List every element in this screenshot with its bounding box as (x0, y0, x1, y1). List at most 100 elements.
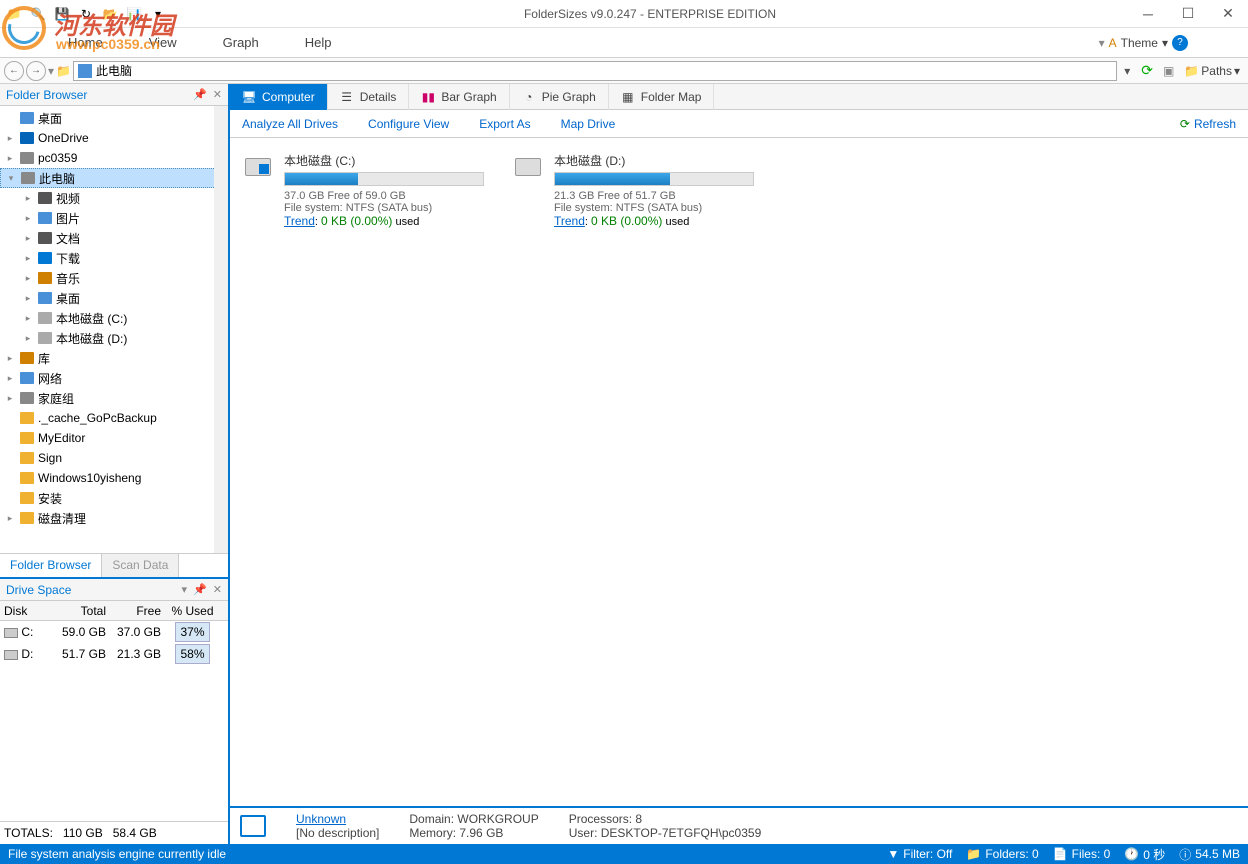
tree-item[interactable]: ▸ 库 (0, 348, 228, 368)
view-tab-pie-graph[interactable]: ◔ Pie Graph (510, 84, 609, 110)
theme-button[interactable]: ATheme▾ (1109, 36, 1168, 50)
tree-expand-icon[interactable]: ▸ (22, 213, 34, 224)
tree-item[interactable]: ▸ 音乐 (0, 268, 228, 288)
tree-item[interactable]: ▾ 此电脑 (0, 168, 228, 188)
ribbon-collapse-icon[interactable]: ▾ (1099, 36, 1105, 50)
tree-expand-icon[interactable]: ▸ (4, 513, 16, 524)
ds-row[interactable]: C: 59.0 GB 37.0 GB 37% (0, 621, 228, 643)
address-dropdown-icon[interactable]: ▾ (1119, 64, 1135, 78)
qat-icon-3[interactable]: 💾 (52, 4, 72, 24)
drive-card[interactable]: 本地磁盘 (C:) 37.0 GB Free of 59.0 GB File s… (244, 152, 484, 228)
action-map[interactable]: Map Drive (561, 117, 616, 131)
info-unknown[interactable]: Unknown (296, 812, 379, 826)
tree-item[interactable]: ▸ 桌面 (0, 288, 228, 308)
view-tab-folder-map[interactable]: ▦ Folder Map (609, 84, 715, 110)
tree-item[interactable]: ▸ 网络 (0, 368, 228, 388)
help-icon[interactable]: ? (1172, 35, 1188, 51)
tree-scrollbar[interactable] (214, 106, 228, 553)
lib-icon (19, 350, 35, 366)
tree-item[interactable]: Windows10yisheng (0, 468, 228, 488)
network-icon (19, 370, 35, 386)
nav-forward-button[interactable]: → (26, 61, 46, 81)
video-icon (37, 190, 53, 206)
menu-help[interactable]: Help (297, 31, 340, 54)
user-icon (19, 150, 35, 166)
tab-scan-data[interactable]: Scan Data (102, 554, 179, 577)
tree-expand-icon[interactable]: ▸ (22, 193, 34, 204)
nav-up-button[interactable]: 📁 (56, 64, 71, 78)
maximize-button[interactable]: ☐ (1168, 1, 1208, 27)
tree-item[interactable]: ▸ 下载 (0, 248, 228, 268)
qat-icon-6[interactable]: 📊 (124, 4, 144, 24)
nav-back-button[interactable]: ← (4, 61, 24, 81)
qat-icon-1[interactable]: 📁 (4, 4, 24, 24)
drive-usage-bar (554, 172, 754, 186)
qat-icon-5[interactable]: 📂 (100, 4, 120, 24)
folder-tree[interactable]: 桌面▸ OneDrive▸ pc0359▾ 此电脑▸ 视频▸ 图片▸ 文档▸ 下… (0, 106, 228, 553)
ds-row[interactable]: D: 51.7 GB 21.3 GB 58% (0, 643, 228, 665)
tree-expand-icon[interactable]: ▸ (4, 373, 16, 384)
action-configure[interactable]: Configure View (368, 117, 449, 131)
tree-item[interactable]: Sign (0, 448, 228, 468)
left-panel: Folder Browser 📌 ✕ 桌面▸ OneDrive▸ pc0359▾… (0, 84, 230, 844)
ds-pin-icon[interactable]: 📌 (193, 583, 207, 596)
status-filter[interactable]: ▼Filter: Off (887, 847, 952, 861)
tree-item[interactable]: ▸ 文档 (0, 228, 228, 248)
qat-icon-2[interactable]: 🔍 (28, 4, 48, 24)
pin-icon[interactable]: 📌 (193, 88, 207, 101)
action-analyze[interactable]: Analyze All Drives (242, 117, 338, 131)
tree-item[interactable]: 安装 (0, 488, 228, 508)
tree-item-label: 视频 (56, 190, 80, 207)
paths-button[interactable]: 📁 Paths ▾ (1180, 61, 1244, 81)
tab-folder-browser[interactable]: Folder Browser (0, 554, 102, 577)
tree-item[interactable]: 桌面 (0, 108, 228, 128)
tree-item[interactable]: ▸ 磁盘清理 (0, 508, 228, 528)
menu-view[interactable]: View (141, 31, 185, 54)
tree-expand-icon[interactable]: ▸ (22, 253, 34, 264)
ds-header-disk[interactable]: Disk (0, 602, 50, 620)
minimize-button[interactable]: ─ (1128, 1, 1168, 27)
view-tab-computer[interactable]: 🖥 Computer (230, 84, 328, 110)
terminal-button[interactable]: ▣ (1159, 61, 1178, 81)
qat-icon-4[interactable]: ↻ (76, 4, 96, 24)
panel-close-icon[interactable]: ✕ (213, 88, 222, 101)
view-tab-bar-graph[interactable]: ▮▮ Bar Graph (409, 84, 509, 110)
tree-expand-icon[interactable]: ▸ (4, 393, 16, 404)
action-refresh[interactable]: ⟳ Refresh (1180, 117, 1236, 131)
tree-expand-icon[interactable]: ▸ (22, 313, 34, 324)
tree-item[interactable]: ▸ OneDrive (0, 128, 228, 148)
menu-home[interactable]: Home (60, 31, 111, 54)
refresh-button[interactable]: ⟳ (1137, 61, 1157, 81)
qat-dropdown-icon[interactable]: ▾ (148, 4, 168, 24)
tree-expand-icon[interactable]: ▾ (5, 173, 17, 184)
tree-item[interactable]: ▸ 视频 (0, 188, 228, 208)
ds-header-free[interactable]: Free (110, 602, 165, 620)
ds-header-used[interactable]: % Used (165, 602, 220, 620)
nav-history-dropdown[interactable]: ▾ (48, 64, 54, 78)
tree-expand-icon[interactable]: ▸ (4, 353, 16, 364)
trend-link[interactable]: Trend (554, 214, 585, 228)
tree-item[interactable]: ▸ pc0359 (0, 148, 228, 168)
tree-expand-icon[interactable]: ▸ (22, 273, 34, 284)
tree-expand-icon[interactable]: ▸ (4, 133, 16, 144)
tree-expand-icon[interactable]: ▸ (22, 293, 34, 304)
tree-item[interactable]: ▸ 本地磁盘 (C:) (0, 308, 228, 328)
action-export[interactable]: Export As (479, 117, 530, 131)
tree-expand-icon[interactable]: ▸ (22, 233, 34, 244)
tree-item[interactable]: MyEditor (0, 428, 228, 448)
tree-item[interactable]: ._cache_GoPcBackup (0, 408, 228, 428)
tree-expand-icon[interactable]: ▸ (4, 153, 16, 164)
ds-header-total[interactable]: Total (50, 602, 110, 620)
tree-item[interactable]: ▸ 家庭组 (0, 388, 228, 408)
drive-card[interactable]: 本地磁盘 (D:) 21.3 GB Free of 51.7 GB File s… (514, 152, 754, 228)
trend-link[interactable]: Trend (284, 214, 315, 228)
tree-item[interactable]: ▸ 本地磁盘 (D:) (0, 328, 228, 348)
menu-graph[interactable]: Graph (215, 31, 267, 54)
ds-close-icon[interactable]: ✕ (213, 583, 222, 596)
close-button[interactable]: ✕ (1208, 1, 1248, 27)
address-input[interactable]: 此电脑 (73, 61, 1117, 81)
tree-expand-icon[interactable]: ▸ (22, 333, 34, 344)
view-tab-details[interactable]: ☰ Details (328, 84, 410, 110)
ds-dropdown-icon[interactable]: ▾ (182, 583, 188, 596)
tree-item[interactable]: ▸ 图片 (0, 208, 228, 228)
